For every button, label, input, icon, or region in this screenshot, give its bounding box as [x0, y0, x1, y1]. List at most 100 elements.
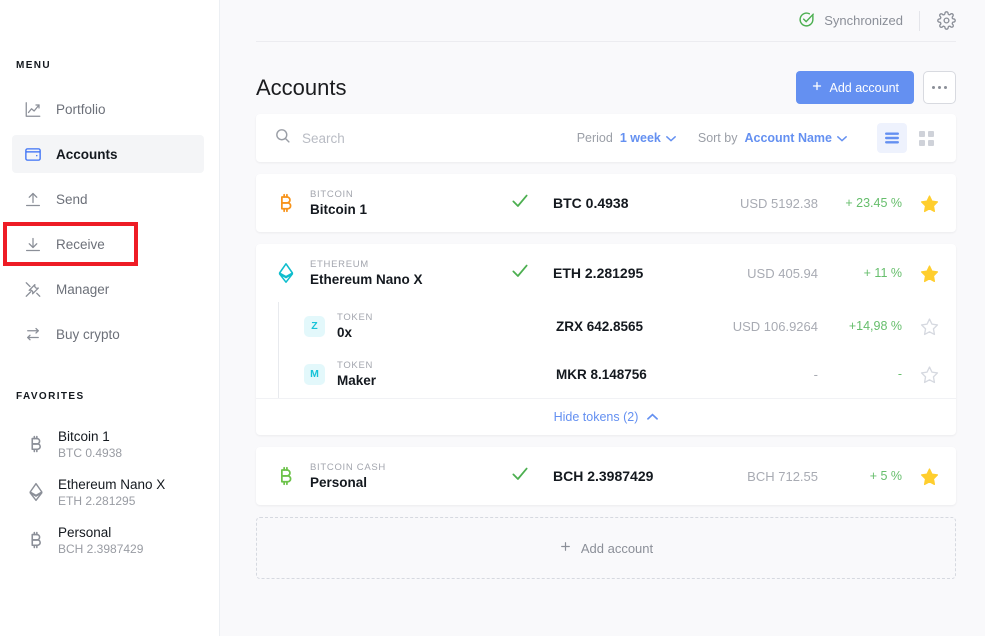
sidebar-item-receive[interactable]: Receive: [12, 225, 204, 263]
favorite-item[interactable]: Ethereum Nano X ETH 2.281295: [0, 468, 220, 516]
account-amount: BTC 0.4938: [553, 195, 629, 211]
account-type: BITCOIN: [310, 189, 354, 200]
token-change: +14,98 %: [848, 319, 902, 333]
search-area[interactable]: [274, 127, 577, 149]
account-row[interactable]: ETHEREUM Ethereum Nano X ETH 2.281295 USD 4…: [256, 244, 956, 302]
arrow-down-icon: [24, 235, 42, 253]
period-filter: Period 1 week: [577, 131, 676, 145]
sync-status: Synchronized: [798, 11, 903, 31]
sidebar-item-buy-crypto[interactable]: Buy crypto: [12, 315, 204, 353]
accounts-list: BITCOIN Bitcoin 1 BTC 0.4938 USD 5192.38 + 2…: [256, 174, 956, 505]
list-view-icon: [885, 132, 899, 144]
sidebar-item-accounts[interactable]: Accounts: [12, 135, 204, 173]
token-countervalue: -: [813, 366, 818, 382]
add-account-label: Add account: [829, 80, 900, 95]
sidebar-item-label: Receive: [56, 236, 105, 252]
favorite-text: Bitcoin 1 BTC 0.4938: [58, 428, 122, 461]
account-row[interactable]: BITCOIN CASH Personal BCH 2.3987429 BCH 712…: [256, 447, 956, 505]
favorites-heading: FAVORITES: [16, 391, 85, 402]
account-amount: BCH 2.3987429: [553, 468, 654, 484]
account-status: [487, 191, 553, 216]
account-text: ETHEREUM Ethereum Nano X: [310, 258, 423, 288]
favorite-text: Personal BCH 2.3987429: [58, 524, 143, 557]
sidebar-item-label: Portfolio: [56, 101, 106, 117]
accounts-toolbar: Period 1 week Sort by Account Name: [256, 114, 956, 162]
account-text: BITCOIN CASH Personal: [310, 461, 386, 491]
sidebar-item-send[interactable]: Send: [12, 180, 204, 218]
account-star-toggle[interactable]: [918, 264, 940, 283]
ethereum-icon: [26, 482, 46, 502]
sync-status-label: Synchronized: [824, 13, 903, 28]
account-group: ETHEREUM Ethereum Nano X ETH 2.281295 USD 4…: [256, 244, 956, 435]
sidebar-nav: Portfolio Accounts Send Receive Manager Buy c…: [0, 90, 220, 360]
grid-view-button[interactable]: [911, 123, 941, 153]
favorite-item[interactable]: Bitcoin 1 BTC 0.4938: [0, 420, 220, 468]
token-change: -: [897, 367, 902, 381]
more-options-button[interactable]: [923, 71, 956, 104]
chart-line-icon: [24, 100, 42, 118]
token-name: 0x: [337, 325, 353, 340]
favorite-name: Ethereum Nano X: [58, 476, 166, 492]
main-content: Synchronized Accounts Add account Search…: [220, 0, 985, 636]
plus-icon: [811, 80, 823, 95]
account-type: BITCOIN CASH: [310, 462, 386, 473]
account-star-toggle[interactable]: [918, 194, 940, 213]
ellipsis-icon: [932, 86, 935, 89]
favorite-name: Bitcoin 1: [58, 428, 110, 444]
page-title: Accounts: [256, 74, 347, 100]
favorite-item[interactable]: Personal BCH 2.3987429: [0, 516, 220, 564]
add-account-button[interactable]: Add account: [795, 71, 914, 104]
check-circle-icon: [798, 11, 815, 31]
add-account-footer-label: Add account: [580, 540, 654, 556]
hide-tokens-label: Hide tokens (2): [553, 410, 639, 424]
check-icon: [510, 464, 530, 489]
token-text: TOKEN 0x: [337, 311, 373, 341]
account-name: Ethereum Nano X: [310, 272, 423, 287]
sidebar-item-manager[interactable]: Manager: [12, 270, 204, 308]
account-countervalue: USD 5192.38: [739, 195, 818, 211]
account-star-toggle[interactable]: [918, 467, 940, 486]
token-type: TOKEN: [337, 360, 374, 371]
favorite-amount: BCH 2.3987429: [58, 541, 144, 556]
account-text: BITCOIN Bitcoin 1: [310, 188, 367, 218]
account-name: Personal: [310, 475, 368, 490]
sidebar-item-label: Send: [56, 191, 88, 207]
sidebar-item-portfolio[interactable]: Portfolio: [12, 90, 204, 128]
favorite-amount: BTC 0.4938: [58, 445, 123, 460]
account-row[interactable]: BITCOIN Bitcoin 1 BTC 0.4938 USD 5192.38 + 2…: [256, 174, 956, 232]
chevron-up-icon: [647, 410, 659, 424]
token-amount: MKR 8.148756: [556, 366, 647, 382]
account-group: BITCOIN Bitcoin 1 BTC 0.4938 USD 5192.38 + 2…: [256, 174, 956, 232]
account-name: Bitcoin 1: [310, 202, 368, 217]
search-input[interactable]: [302, 130, 502, 146]
favorite-text: Ethereum Nano X ETH 2.281295: [58, 476, 165, 509]
token-identity: Z TOKEN 0x: [278, 302, 490, 350]
token-type: TOKEN: [337, 312, 374, 323]
hide-tokens-toggle[interactable]: Hide tokens (2): [256, 398, 956, 435]
token-row[interactable]: M TOKEN Maker MKR 8.148756 - -: [256, 350, 956, 398]
list-view-button[interactable]: [877, 123, 907, 153]
period-value[interactable]: 1 week: [620, 131, 676, 145]
add-account-footer-button[interactable]: Add account: [256, 517, 956, 579]
token-name: Maker: [337, 373, 377, 388]
token-star-toggle[interactable]: [918, 317, 940, 336]
token-badge-icon: Z: [304, 315, 325, 337]
account-identity: ETHEREUM Ethereum Nano X: [275, 258, 487, 288]
period-value-label: 1 week: [619, 131, 661, 145]
account-countervalue: BCH 712.55: [747, 468, 818, 484]
gear-icon[interactable]: [936, 11, 956, 31]
token-amount: ZRX 642.8565: [556, 318, 644, 334]
account-countervalue: USD 405.94: [747, 265, 818, 281]
account-amount: ETH 2.281295: [553, 265, 644, 281]
topbar: Synchronized: [220, 0, 985, 41]
token-badge-icon: M: [304, 363, 325, 385]
exchange-icon: [24, 325, 42, 343]
token-text: TOKEN Maker: [337, 359, 376, 389]
token-star-toggle[interactable]: [918, 365, 940, 384]
sidebar-item-label: Accounts: [56, 146, 118, 162]
plus-icon: [559, 540, 572, 556]
bitcoin-cash-icon: [26, 530, 46, 550]
sort-value[interactable]: Account Name: [744, 131, 847, 145]
account-status: [487, 464, 553, 489]
token-row[interactable]: Z TOKEN 0x ZRX 642.8565 USD 106.9264 +14,98 %: [256, 302, 956, 350]
